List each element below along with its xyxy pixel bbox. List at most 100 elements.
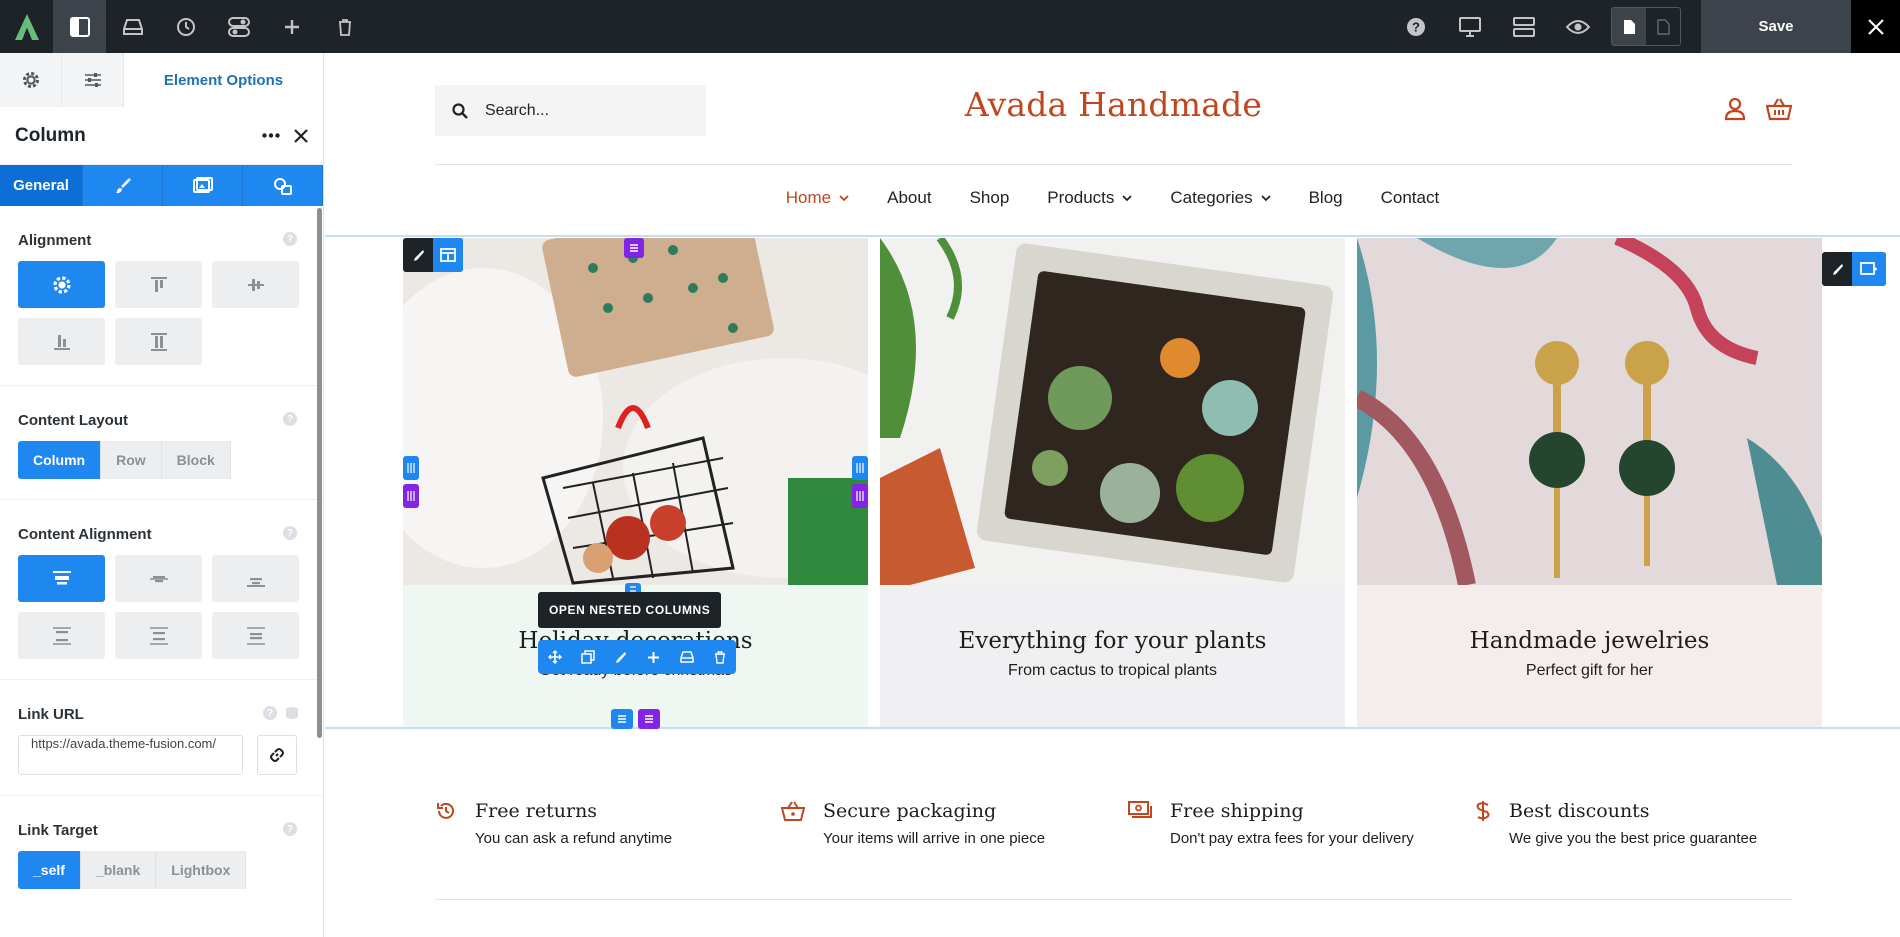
content-space-between-button[interactable]	[18, 612, 105, 659]
nested-bottom-handle-icon[interactable]	[638, 709, 660, 729]
site-header: Search... Avada Handmade	[435, 85, 1792, 165]
layout-row-button[interactable]: Row	[101, 441, 162, 479]
content-layout-section: Content Layout ? Column Row Block	[0, 386, 323, 500]
target-blank-button[interactable]: _blank	[80, 851, 157, 889]
nav-label: Home	[785, 188, 832, 207]
clone-icon[interactable]	[571, 640, 604, 674]
dynamic-data-icon[interactable]	[285, 706, 299, 720]
nav-item-about[interactable]: About	[868, 188, 950, 208]
resize-handle-right-icon[interactable]	[852, 456, 868, 480]
nav-item-categories[interactable]: Categories	[1151, 188, 1289, 208]
target-lightbox-button[interactable]: Lightbox	[156, 851, 247, 889]
basket-icon	[781, 800, 805, 847]
site-logo[interactable]: Avada Handmade	[435, 85, 1792, 124]
help-icon[interactable]: ?	[283, 822, 297, 836]
avada-logo-icon[interactable]	[0, 0, 53, 53]
nav-item-blog[interactable]: Blog	[1290, 188, 1362, 208]
delete-icon[interactable]	[703, 640, 736, 674]
feature-title: Secure packaging	[823, 800, 997, 822]
layout-column-button[interactable]: Column	[18, 441, 102, 479]
column-bottom-handle-icon[interactable]	[611, 709, 633, 729]
help-icon[interactable]: ?	[1389, 0, 1443, 53]
help-icon[interactable]: ?	[263, 706, 277, 720]
tab-general[interactable]: General	[0, 165, 83, 206]
tab-design[interactable]	[83, 165, 163, 206]
cart-icon[interactable]	[1766, 97, 1792, 121]
content-space-evenly-button[interactable]	[212, 612, 299, 659]
tab-background[interactable]	[163, 165, 243, 206]
align-auto-button[interactable]	[18, 261, 105, 308]
trash-icon[interactable]	[318, 0, 371, 53]
save-to-library-icon[interactable]	[670, 640, 703, 674]
layout-icon[interactable]	[1497, 0, 1551, 53]
feature-secure-packaging: Secure packaging Your items will arrive i…	[781, 800, 1045, 847]
column-layout-icon[interactable]	[433, 238, 463, 272]
content-align-end-button[interactable]	[212, 555, 299, 602]
help-icon[interactable]: ?	[283, 412, 297, 426]
edit-container-icon[interactable]	[1822, 252, 1852, 286]
save-button[interactable]: Save	[1701, 0, 1851, 53]
chevron-down-icon	[1260, 194, 1271, 202]
help-icon[interactable]: ?	[283, 232, 297, 246]
move-icon[interactable]	[538, 640, 571, 674]
desktop-icon[interactable]	[1443, 0, 1497, 53]
column-jewelries[interactable]: Handmade jewelries Perfect gift for her	[1357, 238, 1822, 727]
history-icon[interactable]	[159, 0, 212, 53]
edit-icon[interactable]	[604, 640, 637, 674]
nav-item-shop[interactable]: Shop	[951, 188, 1029, 208]
toggle-settings-icon[interactable]	[212, 0, 265, 53]
refund-clock-icon	[435, 800, 457, 847]
library-icon[interactable]	[106, 0, 159, 53]
alignment-heading: Alignment	[18, 232, 92, 249]
content-alignment-section: Content Alignment ?	[0, 500, 323, 680]
edit-column-icon[interactable]	[403, 238, 433, 272]
help-icon[interactable]: ?	[283, 526, 297, 540]
content-align-start-button[interactable]	[18, 555, 105, 602]
add-icon[interactable]	[637, 640, 670, 674]
nav-label: Blog	[1308, 188, 1343, 207]
container-controls	[1822, 252, 1886, 286]
more-options-icon[interactable]	[262, 133, 280, 138]
jewelries-image	[1357, 238, 1822, 585]
sliders-icon[interactable]	[62, 53, 124, 107]
link-url-input[interactable]: https://avada.theme-fusion.com/	[18, 735, 243, 775]
content-space-around-button[interactable]	[115, 612, 202, 659]
close-panel-icon[interactable]	[294, 128, 308, 143]
gear-icon[interactable]	[0, 53, 62, 107]
nested-drag-top-icon[interactable]	[624, 238, 644, 258]
link-icon[interactable]	[257, 735, 297, 775]
link-url-section: Link URL ? https://avada.theme-fusion.co…	[0, 680, 323, 796]
column-plants[interactable]: Everything for your plants From cactus t…	[880, 238, 1345, 727]
nav-item-contact[interactable]: Contact	[1362, 188, 1459, 208]
align-top-button[interactable]	[115, 261, 202, 308]
tab-element-options[interactable]: Element Options	[124, 53, 323, 107]
panel-scrollbar[interactable]	[317, 208, 322, 738]
page-outline-icon[interactable]	[1646, 8, 1680, 45]
feature-title: Free shipping	[1170, 800, 1304, 822]
panel-header: Column	[0, 107, 323, 165]
content-align-center-button[interactable]	[115, 555, 202, 602]
page-icon[interactable]	[1612, 8, 1646, 45]
nav-item-home[interactable]: Home	[767, 188, 868, 208]
nested-resize-left-icon[interactable]	[403, 484, 419, 508]
add-container-icon[interactable]	[1852, 252, 1886, 286]
nav-label: Shop	[969, 188, 1010, 207]
align-bottom-button[interactable]	[18, 318, 105, 365]
account-icon[interactable]	[1724, 97, 1746, 121]
nav-label: Contact	[1380, 188, 1440, 207]
sidebar-toggle-icon[interactable]	[53, 0, 106, 53]
layout-block-button[interactable]: Block	[161, 441, 231, 479]
resize-handle-left-icon[interactable]	[403, 456, 419, 480]
align-stretch-button[interactable]	[115, 318, 202, 365]
tab-extras[interactable]	[243, 165, 323, 206]
target-self-button[interactable]: _self	[18, 851, 81, 889]
link-target-options: _self _blank Lightbox	[18, 851, 303, 889]
add-element-icon[interactable]	[265, 0, 318, 53]
nav-item-products[interactable]: Products	[1028, 188, 1151, 208]
tooltip: OPEN NESTED COLUMNS	[538, 592, 722, 628]
close-icon[interactable]	[1851, 0, 1900, 53]
preview-icon[interactable]	[1551, 0, 1605, 53]
nested-resize-right-icon[interactable]	[852, 484, 868, 508]
option-subtabs: General	[0, 165, 323, 206]
align-center-button[interactable]	[212, 261, 299, 308]
